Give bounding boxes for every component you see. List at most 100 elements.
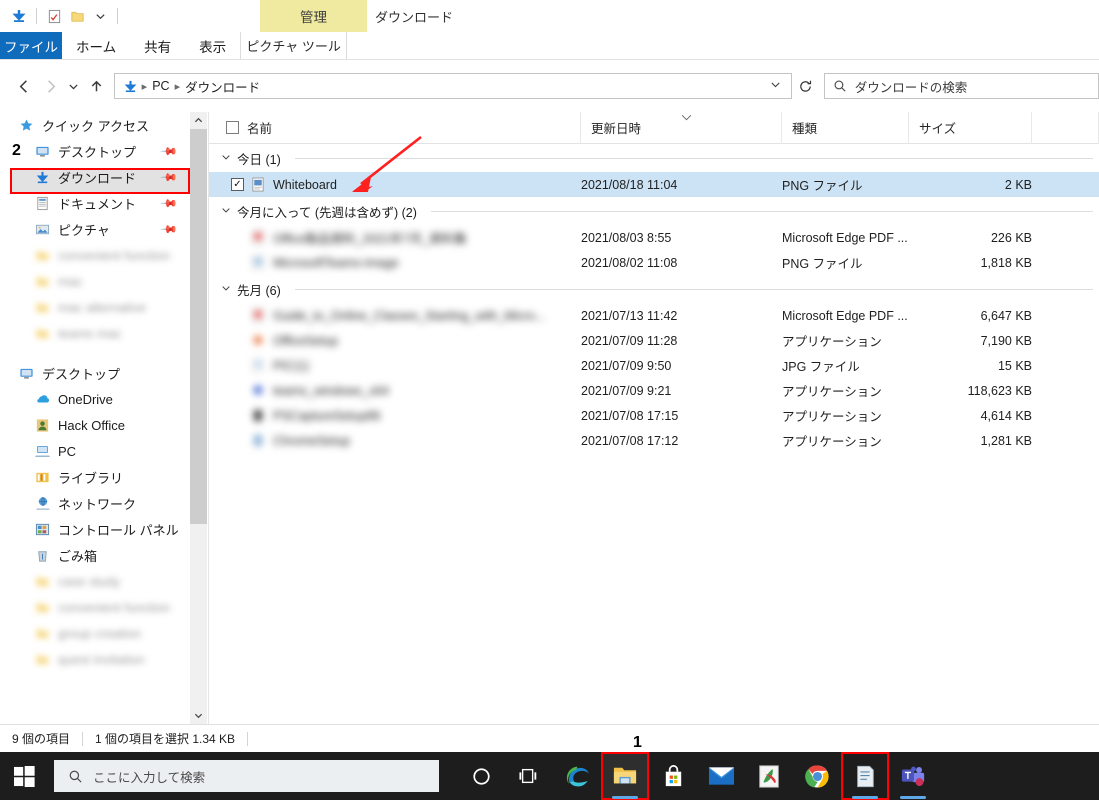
sidebar-item-redacted-4[interactable]: teams mac <box>0 320 190 346</box>
folder-icon <box>34 325 51 342</box>
recent-locations-button[interactable] <box>64 71 84 101</box>
tab-picture-tools[interactable]: ピクチャ ツール <box>240 32 348 59</box>
task-view-icon[interactable] <box>505 752 553 800</box>
address-dropdown-icon[interactable] <box>770 79 787 93</box>
select-all-checkbox[interactable] <box>226 121 239 134</box>
sidebar-item-redacted-3[interactable]: mac alternative <box>0 294 190 320</box>
column-header-type[interactable]: 種類 <box>782 111 909 144</box>
file-modified: 2021/08/03 8:55 <box>581 230 672 245</box>
status-bar: 9 個の項目 1 個の項目を選択 1.34 KB <box>0 724 1099 752</box>
pin-icon[interactable]: 📌 <box>160 168 179 186</box>
tab-file[interactable]: ファイル <box>0 32 62 59</box>
taskbar-search-placeholder: ここに入力して検索 <box>93 770 206 785</box>
table-row[interactable]: Guide_to_Online_Classes_Starting_with_Mi… <box>209 303 1099 328</box>
taskbar-search-box[interactable]: ここに入力して検索 <box>54 760 439 792</box>
breadcrumb-downloads[interactable]: ダウンロード <box>181 77 264 96</box>
file-size: 6,647 KB <box>980 308 1032 323</box>
scroll-down-icon[interactable] <box>190 707 207 724</box>
sidebar-label: ネットワーク <box>58 496 137 512</box>
sidebar-label: ピクチャ <box>58 222 110 238</box>
chevron-down-icon[interactable] <box>221 283 231 296</box>
search-box[interactable]: ダウンロードの検索 <box>823 73 1099 99</box>
table-row[interactable]: OfficeSetup 2021/07/09 11:28 アプリケーション 7,… <box>209 328 1099 353</box>
pin-icon[interactable]: 📌 <box>160 220 179 238</box>
breadcrumb-pc[interactable]: PC <box>148 79 173 93</box>
sidebar-item-redacted-8[interactable]: quest invitation <box>0 646 190 672</box>
mail-icon[interactable] <box>697 752 745 800</box>
file-size: 1,281 KB <box>980 433 1032 448</box>
microsoft-edge-icon[interactable] <box>553 752 601 800</box>
file-name: Office製品資料_2021年7月_資料集 <box>273 232 467 246</box>
table-row[interactable]: PSCaptureSetup86 2021/07/08 17:15 アプリケーシ… <box>209 403 1099 428</box>
column-header-modified[interactable]: 更新日時 <box>581 111 782 144</box>
sidebar-item-redacted-7[interactable]: group creation <box>0 620 190 646</box>
tab-view[interactable]: 表示 <box>185 32 240 59</box>
cortana-icon[interactable] <box>457 752 505 800</box>
sidebar-item-onedrive[interactable]: OneDrive <box>0 386 190 412</box>
tab-share[interactable]: 共有 <box>130 32 185 59</box>
microsoft-store-icon[interactable] <box>649 752 697 800</box>
sidebar-item-libraries[interactable]: ライブラリ <box>0 464 190 490</box>
table-row[interactable]: ✓ Whiteboard 2021/08/18 11:04 PNG ファイル 2… <box>209 172 1099 197</box>
group-header-last-month[interactable]: 先月 (6) <box>209 275 1099 303</box>
windows-start-icon[interactable] <box>0 752 48 800</box>
sidebar-item-network[interactable]: ネットワーク <box>0 490 190 516</box>
sidebar-item-control-panel[interactable]: コントロール パネル <box>0 516 190 542</box>
refresh-button[interactable] <box>792 73 820 99</box>
column-header-size[interactable]: サイズ <box>909 111 1032 144</box>
google-chrome-icon[interactable] <box>793 752 841 800</box>
up-button[interactable] <box>84 71 110 101</box>
sidebar-item-recycle-bin[interactable]: ごみ箱 <box>0 542 190 568</box>
file-name: ChromeSetup <box>273 433 351 448</box>
download-icon[interactable] <box>10 7 28 25</box>
sidebar-item-redacted-5[interactable]: case study <box>0 568 190 594</box>
sidebar-item-desktop-root[interactable]: デスクトップ <box>0 360 190 386</box>
sidebar-item-desktop-pinned[interactable]: デスクトップ 📌 <box>0 138 190 164</box>
column-header-row: 名前 更新日時 種類 サイズ <box>209 111 1099 144</box>
file-explorer-window: 管理 ダウンロード ファイル ホーム 共有 表示 ピクチャ ツール ▸ PC ▸… <box>0 0 1099 800</box>
sidebar-item-quick-access[interactable]: クイック アクセス <box>0 112 190 138</box>
chevron-down-icon[interactable] <box>221 205 231 218</box>
column-header-name[interactable]: 名前 <box>209 111 581 144</box>
folder-icon <box>34 599 51 616</box>
sidebar-item-downloads[interactable]: ダウンロード 📌 <box>0 164 190 190</box>
acrobat-reader-icon[interactable] <box>745 752 793 800</box>
navigation-pane-scrollbar[interactable] <box>190 112 207 724</box>
microsoft-teams-icon[interactable] <box>889 752 937 800</box>
chevron-down-icon[interactable] <box>221 152 231 165</box>
sidebar-item-redacted-1[interactable]: convenient function <box>0 242 190 268</box>
new-folder-icon[interactable] <box>68 7 86 25</box>
scroll-up-icon[interactable] <box>190 112 207 129</box>
pin-icon[interactable]: 📌 <box>160 194 179 212</box>
back-button[interactable] <box>12 71 38 101</box>
sidebar-item-hack-office[interactable]: Hack Office <box>0 412 190 438</box>
file-size: 15 KB <box>997 358 1032 373</box>
file-explorer-icon[interactable] <box>601 752 649 800</box>
tab-home[interactable]: ホーム <box>62 32 130 59</box>
table-row[interactable]: Office製品資料_2021年7月_資料集 2021/08/03 8:55 M… <box>209 225 1099 250</box>
file-name: PSCaptureSetup86 <box>273 408 381 423</box>
group-header-earlier-this-month[interactable]: 今月に入って (先週は含めず) (2) <box>209 197 1099 225</box>
table-row[interactable]: MicrosoftTeams-image 2021/08/02 11:08 PN… <box>209 250 1099 275</box>
sidebar-item-pictures[interactable]: ピクチャ 📌 <box>0 216 190 242</box>
table-row[interactable]: teams_windows_x64 2021/07/09 9:21 アプリケーシ… <box>209 378 1099 403</box>
properties-icon[interactable] <box>45 7 63 25</box>
sidebar-item-redacted-2[interactable]: mac <box>0 268 190 294</box>
pin-icon[interactable]: 📌 <box>160 142 179 160</box>
sidebar-item-pc[interactable]: PC <box>0 438 190 464</box>
customize-chevron-icon[interactable] <box>91 7 109 25</box>
taskbar-icons <box>457 752 937 800</box>
notes-app-icon[interactable] <box>841 752 889 800</box>
forward-button[interactable] <box>38 71 64 101</box>
address-bar[interactable]: ▸ PC ▸ ダウンロード <box>113 73 792 99</box>
file-modified: 2021/07/08 17:15 <box>581 408 679 423</box>
table-row[interactable]: ChromeSetup 2021/07/08 17:12 アプリケーション 1,… <box>209 428 1099 453</box>
scrollbar-thumb[interactable] <box>190 129 207 524</box>
group-header-today[interactable]: 今日 (1) <box>209 144 1099 172</box>
toolbar-separator <box>36 8 37 24</box>
row-checkbox[interactable]: ✓ <box>231 178 244 191</box>
sidebar-item-redacted-6[interactable]: convenient function <box>0 594 190 620</box>
library-icon <box>34 469 51 486</box>
table-row[interactable]: PIC(1) 2021/07/09 9:50 JPG ファイル 15 KB <box>209 353 1099 378</box>
